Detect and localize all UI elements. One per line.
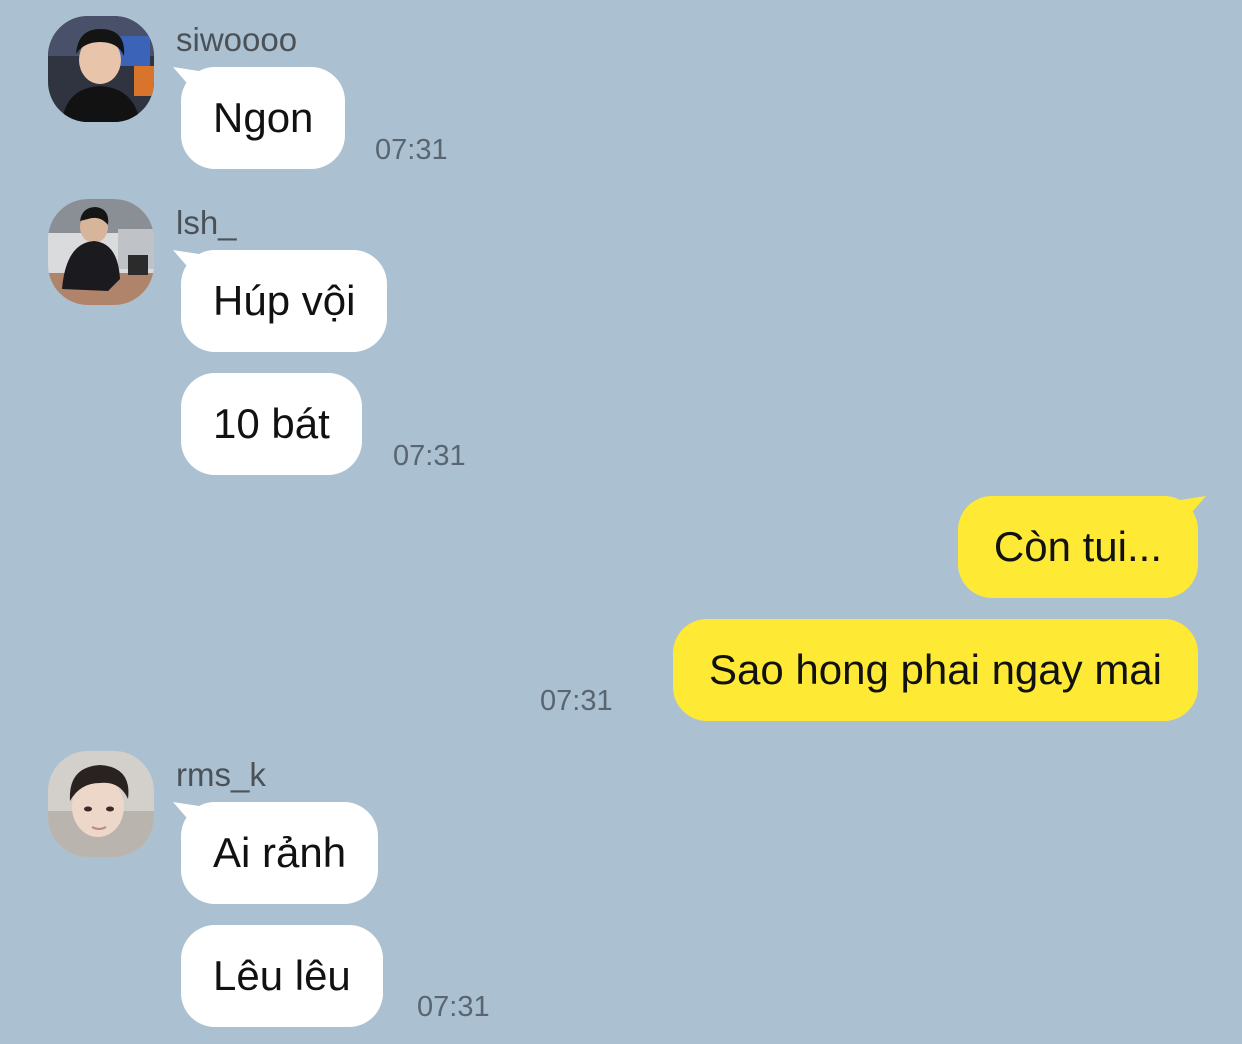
avatar-siwoooo[interactable] [48,16,154,122]
user-avatar-icon [48,199,154,305]
message-text: Lêu lêu [213,952,351,999]
message-timestamp: 07:31 [540,685,613,717]
message-text: Ngon [213,94,314,141]
message-timestamp: 07:31 [417,991,490,1023]
bubble-tail-icon [173,67,199,97]
message-bubble-outgoing[interactable]: Còn tui... [957,496,1206,598]
avatar-rms-k[interactable] [48,751,154,857]
sender-name: siwoooo [176,21,298,58]
bubble-tail-icon [1180,496,1206,526]
message-bubble-outgoing[interactable]: Sao hong phai ngay mai [673,619,1198,721]
sender-name: lsh_ [176,204,237,241]
message-bubble[interactable]: Húp vội [173,250,388,352]
message-text: Sao hong phai ngay mai [709,646,1162,693]
message-bubble[interactable]: Lêu lêu [181,925,383,1027]
message-timestamp: 07:31 [375,134,448,166]
message-text: Ai rảnh [213,829,347,876]
message-text: Húp vội [213,277,356,324]
message-bubble[interactable]: Ai rảnh [173,802,379,904]
message-bubble[interactable]: Ngon [173,67,346,169]
bubble-tail-icon [173,250,199,280]
user-avatar-icon [48,751,154,857]
avatar-lsh[interactable] [48,199,154,305]
user-avatar-icon [48,16,154,122]
message-text: 10 bát [213,400,330,447]
message-text: Còn tui... [993,523,1162,570]
bubble-tail-icon [173,802,199,832]
sender-name: rms_k [176,756,266,793]
message-bubble[interactable]: 10 bát [181,373,362,475]
message-timestamp: 07:31 [393,440,466,472]
